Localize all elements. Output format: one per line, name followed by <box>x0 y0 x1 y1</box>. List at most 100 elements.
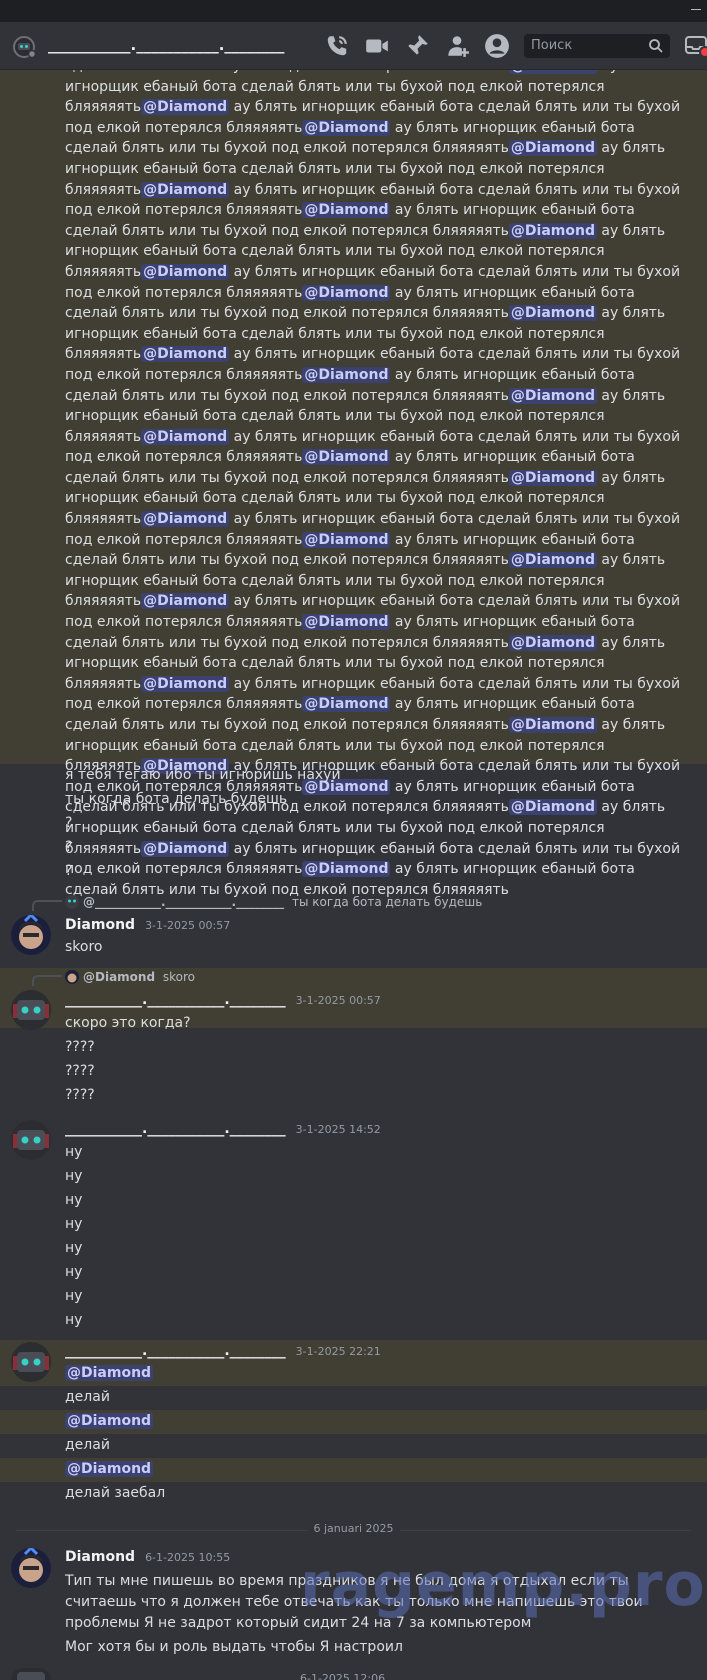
watermark: ragemp.pro <box>300 1550 706 1620</box>
user-mention[interactable]: @Diamond <box>141 263 230 280</box>
message-text: ну <box>65 1168 83 1184</box>
reply-mention: @___________.___________.________ <box>83 895 285 909</box>
user-mention[interactable]: @Diamond <box>508 140 597 157</box>
window-titlebar <box>0 0 707 22</box>
reply-spine <box>32 975 62 986</box>
channel-header: ___________.___________.________ Поиск <box>0 22 707 70</box>
message-text: @Diamond <box>65 1413 154 1429</box>
date-divider-label: 6 januari 2025 <box>307 1522 400 1535</box>
message-text: делай <box>65 1389 110 1405</box>
user-mention[interactable]: @Diamond <box>141 511 230 528</box>
message-text: @Diamond <box>65 1365 154 1381</box>
user-mention[interactable]: @Diamond <box>65 1461 154 1477</box>
timestamp: 6-1-2025 10:55 <box>145 1551 231 1564</box>
message-text: делай заебал <box>65 1485 166 1501</box>
timestamp: 3-1-2025 00:57 <box>295 994 381 1007</box>
user-mention[interactable]: @Diamond <box>65 1365 154 1381</box>
minimize-button[interactable] <box>691 9 701 10</box>
profile-icon[interactable] <box>484 33 510 59</box>
date-divider: 6 januari 2025 <box>16 1522 691 1535</box>
user-mention[interactable]: @Diamond <box>141 181 230 198</box>
message-text: Мог хотя бы и роль выдать чтобы Я настро… <box>65 1639 403 1655</box>
user-mention[interactable]: @Diamond <box>302 614 391 631</box>
message-text: ну <box>65 1264 83 1280</box>
message-text: ну <box>65 1240 83 1256</box>
user-mention[interactable]: @Diamond <box>302 119 391 136</box>
search-placeholder: Поиск <box>531 38 573 53</box>
reply-reference[interactable]: @___________.___________.________ ты ког… <box>65 895 482 909</box>
message-text: ???? <box>65 1063 95 1079</box>
user-mention[interactable]: @Diamond <box>302 366 391 383</box>
username[interactable]: Diamond <box>65 1549 135 1565</box>
message-text: ? <box>65 815 73 831</box>
pin-icon[interactable] <box>404 33 430 59</box>
user-mention[interactable]: @Diamond <box>508 799 597 816</box>
avatar[interactable] <box>11 1120 51 1160</box>
reply-mention: @Diamond <box>83 970 156 984</box>
user-mention[interactable]: @Diamond <box>141 593 230 610</box>
user-mention[interactable]: @Diamond <box>508 469 597 486</box>
message-text: ну <box>65 1192 83 1208</box>
user-mention[interactable]: @Diamond <box>65 1413 154 1429</box>
user-mention[interactable]: @Diamond <box>141 346 230 363</box>
timestamp: 6-1-2025 12:06 <box>300 1672 386 1680</box>
username[interactable]: ___________.___________.________ <box>65 1343 286 1359</box>
avatar[interactable] <box>11 1342 51 1382</box>
user-mention[interactable]: @Diamond <box>302 861 391 878</box>
phone-icon[interactable] <box>324 33 350 59</box>
user-mention[interactable]: @Diamond <box>302 202 391 219</box>
message-text: я тебя тегаю ибо ты игноришь нахуй <box>65 767 341 783</box>
avatar[interactable] <box>11 990 51 1030</box>
timestamp: 3-1-2025 00:57 <box>145 919 231 932</box>
add-member-icon[interactable] <box>444 33 470 59</box>
avatar[interactable] <box>11 1548 51 1588</box>
user-mention[interactable]: @Diamond <box>141 840 230 857</box>
avatar[interactable] <box>11 1668 51 1680</box>
user-mention[interactable]: @Diamond <box>508 305 597 322</box>
user-mention[interactable]: @Diamond <box>141 675 230 692</box>
user-mention[interactable]: @Diamond <box>141 428 230 445</box>
message-header: ___________.___________.________ 3-1-2025… <box>65 1343 381 1359</box>
message-text: ну <box>65 1312 83 1328</box>
search-input[interactable]: Поиск <box>524 34 670 58</box>
user-mention[interactable]: @Diamond <box>508 387 597 404</box>
user-mention[interactable]: @Diamond <box>508 717 597 733</box>
username[interactable]: ___________.___________.________ <box>65 1121 286 1137</box>
user-mention[interactable]: @Diamond <box>141 99 230 116</box>
timestamp: 3-1-2025 14:52 <box>295 1123 381 1136</box>
user-mention[interactable]: @Diamond <box>508 222 597 239</box>
message-text: ? <box>65 839 73 855</box>
message-text: ? <box>65 863 73 879</box>
search-icon <box>649 39 663 53</box>
video-icon[interactable] <box>364 33 390 59</box>
message-text: ну <box>65 1144 83 1160</box>
inbox-icon[interactable] <box>684 34 707 58</box>
reply-avatar <box>65 970 79 984</box>
user-mention[interactable]: @Diamond <box>302 531 391 548</box>
timestamp: 3-1-2025 22:21 <box>295 1345 381 1358</box>
message-text: ну <box>65 1288 83 1304</box>
user-mention[interactable]: @Diamond <box>302 449 391 466</box>
message-text: ???? <box>65 1087 95 1103</box>
spam-text-fragment: сделай блять или ты бухой под елкой поте… <box>65 70 509 74</box>
username[interactable]: Diamond <box>65 917 135 933</box>
user-mention[interactable]: @Diamond <box>508 552 597 569</box>
username[interactable]: ___________.___________.________ <box>65 992 286 1008</box>
user-mention[interactable]: @Diamond <box>302 284 391 301</box>
message-header: ___________.___________.________ 3-1-2025… <box>65 1121 381 1137</box>
user-mention[interactable]: @Diamond <box>508 70 597 74</box>
avatar[interactable] <box>11 915 51 955</box>
user-mention[interactable]: @Diamond <box>302 696 391 713</box>
reply-avatar <box>65 895 79 909</box>
message-text: ???? <box>65 1039 95 1055</box>
message-feed[interactable]: сделай блять или ты бухой под елкой поте… <box>0 70 707 1680</box>
message-header: Diamond 6-1-2025 10:55 <box>65 1549 230 1565</box>
message-text: @Diamond <box>65 1461 154 1477</box>
reply-reference[interactable]: @Diamond skoro <box>65 970 195 984</box>
reply-spine <box>32 900 62 911</box>
message-text: skoro <box>65 939 103 955</box>
channel-title: ___________.___________.________ <box>48 36 285 54</box>
user-mention[interactable]: @Diamond <box>508 634 597 651</box>
message-header: 6-1-2025 12:06 <box>300 1670 385 1680</box>
reply-text: ты когда бота делать будешь <box>291 895 483 909</box>
